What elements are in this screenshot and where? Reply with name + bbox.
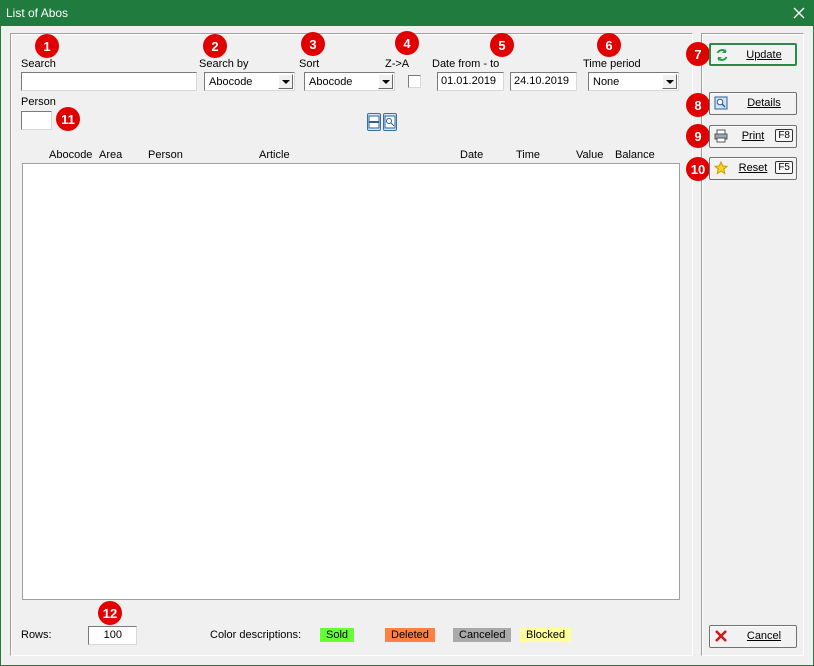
person-label: Person — [21, 96, 56, 108]
date-to-input[interactable]: 24.10.2019 — [510, 72, 577, 91]
sort-value: Abocode — [309, 76, 353, 88]
rows-label: Rows: — [21, 629, 52, 641]
search-by-value: Abocode — [209, 76, 253, 88]
details-label: Details — [747, 97, 781, 109]
legend-deleted: Deleted — [385, 628, 435, 642]
legend-canceled: Canceled — [453, 628, 512, 642]
chevron-down-icon[interactable] — [662, 74, 677, 89]
sort-select[interactable]: Abocode — [304, 72, 395, 91]
annotation-badge-12: 12 — [98, 601, 122, 625]
column-header-balance[interactable]: Balance — [615, 149, 655, 161]
search-input[interactable] — [21, 72, 197, 91]
annotation-badge-9: 9 — [686, 124, 710, 148]
column-header-area[interactable]: Area — [99, 149, 122, 161]
abos-table[interactable] — [22, 163, 680, 600]
z-to-a-label: Z->A — [385, 58, 410, 70]
details-icon — [714, 96, 728, 110]
reset-shortcut: F5 — [775, 161, 793, 174]
title-bar: List of Abos — [0, 0, 814, 26]
search-label: Search — [21, 58, 56, 70]
print-label: Print — [741, 130, 765, 142]
column-header-abocode[interactable]: Abocode — [49, 149, 92, 161]
search-by-select[interactable]: Abocode — [204, 72, 295, 91]
column-header-value[interactable]: Value — [576, 149, 603, 161]
column-header-date[interactable]: Date — [460, 149, 483, 161]
reset-label: Reset — [738, 162, 768, 174]
chevron-down-icon[interactable] — [378, 74, 393, 89]
color-descriptions-label: Color descriptions: — [210, 629, 302, 641]
star-icon — [714, 161, 728, 175]
collapse-icon[interactable] — [367, 113, 381, 131]
cancel-button[interactable]: Cancel — [709, 625, 797, 648]
chevron-down-icon[interactable] — [278, 74, 293, 89]
date-from-input[interactable]: 01.01.2019 — [437, 72, 504, 91]
legend-sold: Sold — [320, 628, 355, 642]
close-icon — [714, 629, 728, 643]
magnifier-icon[interactable] — [383, 113, 397, 131]
time-period-value: None — [593, 76, 620, 88]
sort-label: Sort — [299, 58, 320, 70]
z-to-a-checkbox[interactable] — [408, 75, 421, 88]
time-period-label: Time period — [583, 58, 641, 70]
annotation-badge-1: 1 — [35, 34, 59, 58]
column-header-person[interactable]: Person — [148, 149, 183, 161]
annotation-badge-6: 6 — [597, 33, 621, 57]
column-header-time[interactable]: Time — [516, 149, 540, 161]
update-button[interactable]: Update — [709, 43, 797, 66]
print-shortcut: F8 — [775, 129, 793, 142]
annotation-badge-5: 5 — [490, 33, 514, 57]
printer-icon — [714, 129, 728, 143]
annotation-badge-8: 8 — [686, 93, 710, 117]
date-range-label: Date from - to — [432, 58, 500, 70]
search-by-label: Search by — [199, 58, 249, 70]
print-button[interactable]: Print F8 — [709, 125, 797, 148]
details-button[interactable]: Details — [709, 92, 797, 115]
column-header-article[interactable]: Article — [259, 149, 290, 161]
legend-blocked: Blocked — [520, 628, 572, 642]
window-title: List of Abos — [6, 6, 69, 20]
reset-button[interactable]: Reset F5 — [709, 157, 797, 180]
update-label: Update — [746, 49, 782, 61]
annotation-badge-4: 4 — [395, 31, 419, 55]
annotation-badge-3: 3 — [301, 32, 325, 56]
time-period-select[interactable]: None — [588, 72, 679, 91]
refresh-icon — [715, 48, 729, 62]
annotation-badge-7: 7 — [686, 42, 710, 66]
annotation-badge-10: 10 — [686, 157, 710, 181]
rows-input[interactable]: 100 — [88, 626, 137, 645]
cancel-label: Cancel — [746, 630, 782, 642]
close-icon[interactable] — [784, 0, 814, 26]
annotation-badge-11: 11 — [56, 107, 80, 131]
annotation-badge-2: 2 — [203, 34, 227, 58]
person-input[interactable] — [21, 111, 52, 130]
